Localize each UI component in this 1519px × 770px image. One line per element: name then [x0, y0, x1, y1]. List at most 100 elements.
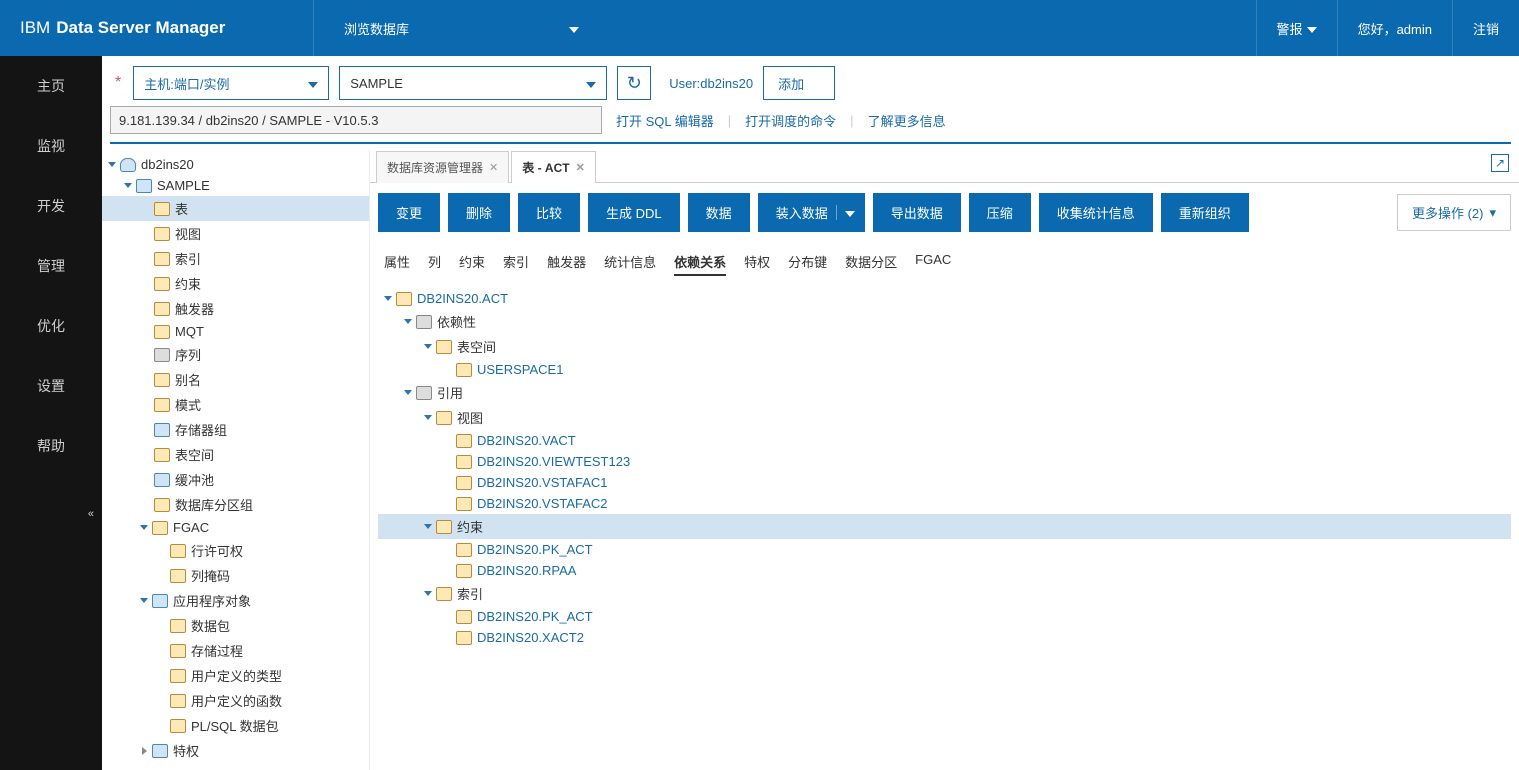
- tree-folder-aliases[interactable]: 别名: [102, 367, 369, 392]
- tree-folder-privileges[interactable]: 特权: [102, 738, 369, 763]
- tree-folder-tablespaces[interactable]: 表空间: [102, 442, 369, 467]
- expand-icon[interactable]: [402, 387, 414, 399]
- tree-item-column-mask[interactable]: 列掩码: [102, 563, 369, 588]
- expand-icon[interactable]: [122, 180, 134, 192]
- tree-item-row-permission[interactable]: 行许可权: [102, 538, 369, 563]
- expand-icon[interactable]: [422, 412, 434, 424]
- learn-more-link[interactable]: 了解更多信息: [860, 111, 954, 130]
- collapse-icon[interactable]: [138, 745, 150, 757]
- tree-folder-mqt[interactable]: MQT: [102, 321, 369, 342]
- subtab-indexes[interactable]: 索引: [503, 252, 529, 276]
- dep-item[interactable]: USERSPACE1: [378, 359, 1511, 380]
- dep-item[interactable]: DB2INS20.VIEWTEST123: [378, 451, 1511, 472]
- tree-database[interactable]: SAMPLE: [102, 175, 369, 196]
- dep-view-group[interactable]: 视图: [378, 405, 1511, 430]
- expand-icon[interactable]: [138, 522, 150, 534]
- subtab-fgac[interactable]: FGAC: [915, 252, 951, 276]
- folder-icon: [152, 744, 168, 758]
- alerts-button[interactable]: 警报: [1256, 0, 1337, 56]
- dep-reference-group[interactable]: 引用: [378, 380, 1511, 405]
- tree-folder-constraints[interactable]: 约束: [102, 271, 369, 296]
- database-select[interactable]: SAMPLE: [339, 66, 607, 100]
- tree-item-udf[interactable]: 用户定义的函数: [102, 688, 369, 713]
- dep-item[interactable]: DB2INS20.PK_ACT: [378, 606, 1511, 627]
- tree-folder-indexes[interactable]: 索引: [102, 246, 369, 271]
- close-icon[interactable]: ✕: [489, 161, 498, 174]
- dep-item[interactable]: DB2INS20.VACT: [378, 430, 1511, 451]
- dep-index-group[interactable]: 索引: [378, 581, 1511, 606]
- dep-item[interactable]: DB2INS20.VSTAFAC1: [378, 472, 1511, 493]
- nav-home[interactable]: 主页: [0, 56, 102, 116]
- expand-icon[interactable]: [138, 595, 150, 607]
- export-data-button[interactable]: 导出数据: [873, 193, 961, 232]
- expand-icon[interactable]: [422, 588, 434, 600]
- nav-admin[interactable]: 管理: [0, 236, 102, 296]
- nav-monitor[interactable]: 监视: [0, 116, 102, 176]
- open-scheduler-link[interactable]: 打开调度的命令: [737, 111, 844, 130]
- tree-folder-bufferpools[interactable]: 缓冲池: [102, 467, 369, 492]
- compress-button[interactable]: 压缩: [969, 193, 1031, 232]
- subtab-distribution-key[interactable]: 分布键: [788, 252, 827, 276]
- expand-icon[interactable]: [422, 521, 434, 533]
- tab-table-act[interactable]: 表 - ACT ✕: [511, 151, 596, 183]
- tree-folder-fgac[interactable]: FGAC: [102, 517, 369, 538]
- more-actions-menu[interactable]: 更多操作 (2) ▾: [1397, 194, 1511, 231]
- subtab-privileges[interactable]: 特权: [744, 252, 770, 276]
- nav-optimize[interactable]: 优化: [0, 296, 102, 356]
- tree-item-procedures[interactable]: 存储过程: [102, 638, 369, 663]
- dep-root[interactable]: DB2INS20.ACT: [378, 288, 1511, 309]
- logout-button[interactable]: 注销: [1452, 0, 1519, 56]
- tab-resource-explorer[interactable]: 数据库资源管理器 ✕: [376, 151, 509, 183]
- expand-icon[interactable]: [402, 316, 414, 328]
- alter-button[interactable]: 变更: [378, 193, 440, 232]
- tree-folder-sequences[interactable]: 序列: [102, 342, 369, 367]
- nav-settings[interactable]: 设置: [0, 356, 102, 416]
- collect-stats-button[interactable]: 收集统计信息: [1039, 193, 1153, 232]
- dep-tablespace-group[interactable]: 表空间: [378, 334, 1511, 359]
- tree-folder-views[interactable]: 视图: [102, 221, 369, 246]
- close-icon[interactable]: ✕: [576, 161, 585, 174]
- expand-icon[interactable]: [382, 293, 394, 305]
- compare-button[interactable]: 比较: [518, 193, 580, 232]
- subtab-columns[interactable]: 列: [428, 252, 441, 276]
- dep-constraint-group[interactable]: 约束: [378, 514, 1511, 539]
- dep-item[interactable]: DB2INS20.RPAA: [378, 560, 1511, 581]
- host-select[interactable]: 主机:端口/实例: [133, 66, 329, 100]
- add-connection-button[interactable]: 添加: [763, 66, 835, 100]
- dep-dependency-group[interactable]: 依赖性: [378, 309, 1511, 334]
- nav-develop[interactable]: 开发: [0, 176, 102, 236]
- data-button[interactable]: 数据: [688, 193, 750, 232]
- open-sql-editor-link[interactable]: 打开 SQL 编辑器: [608, 111, 722, 130]
- subtab-triggers[interactable]: 触发器: [547, 252, 586, 276]
- subtab-data-partition[interactable]: 数据分区: [845, 252, 897, 276]
- tree-folder-storage[interactable]: 存储器组: [102, 417, 369, 442]
- popout-button[interactable]: ↗: [1491, 154, 1509, 172]
- connection-path-input[interactable]: [110, 106, 602, 134]
- browse-db-dropdown[interactable]: 浏览数据库: [313, 0, 609, 56]
- tree-folder-tables[interactable]: 表: [102, 196, 369, 221]
- tree-folder-app-objects[interactable]: 应用程序对象: [102, 588, 369, 613]
- expand-icon[interactable]: [422, 341, 434, 353]
- tree-folder-schemas[interactable]: 模式: [102, 392, 369, 417]
- tree-item-udt[interactable]: 用户定义的类型: [102, 663, 369, 688]
- generate-ddl-button[interactable]: 生成 DDL: [588, 193, 680, 232]
- load-data-button[interactable]: 装入数据: [758, 193, 865, 232]
- tree-item-plsql[interactable]: PL/SQL 数据包: [102, 713, 369, 738]
- delete-button[interactable]: 删除: [448, 193, 510, 232]
- subtab-dependencies[interactable]: 依赖关系: [674, 252, 726, 276]
- dep-item[interactable]: DB2INS20.VSTAFAC2: [378, 493, 1511, 514]
- tree-item-packages[interactable]: 数据包: [102, 613, 369, 638]
- subtab-constraints[interactable]: 约束: [459, 252, 485, 276]
- refresh-button[interactable]: ↻: [617, 66, 651, 100]
- tree-instance[interactable]: db2ins20: [102, 154, 369, 175]
- tree-folder-partition-groups[interactable]: 数据库分区组: [102, 492, 369, 517]
- dep-item[interactable]: DB2INS20.PK_ACT: [378, 539, 1511, 560]
- subtab-statistics[interactable]: 统计信息: [604, 252, 656, 276]
- subtab-properties[interactable]: 属性: [384, 252, 410, 276]
- reorg-button[interactable]: 重新组织: [1161, 193, 1249, 232]
- expand-icon[interactable]: [106, 159, 118, 171]
- dep-item[interactable]: DB2INS20.XACT2: [378, 627, 1511, 648]
- collapse-nav-icon[interactable]: «: [88, 508, 94, 520]
- tree-folder-triggers[interactable]: 触发器: [102, 296, 369, 321]
- nav-help[interactable]: 帮助: [0, 416, 102, 476]
